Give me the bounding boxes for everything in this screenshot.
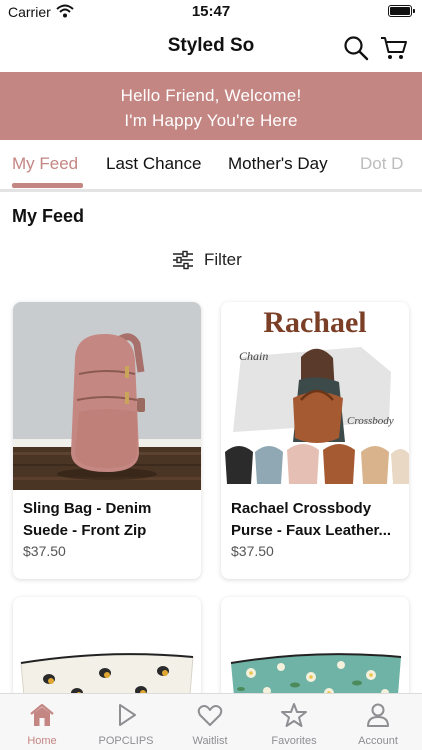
tab-label: Favorites bbox=[271, 735, 317, 747]
status-bar: Carrier 15:47 bbox=[0, 0, 422, 24]
filter-button[interactable]: Filter bbox=[172, 246, 242, 274]
tab-label: Home bbox=[27, 735, 57, 747]
star-icon bbox=[281, 703, 307, 727]
clock: 15:47 bbox=[191, 3, 231, 20]
active-tab-indicator bbox=[12, 183, 83, 188]
tab-mothers-day[interactable]: Mother's Day bbox=[228, 154, 328, 174]
tab-my-feed[interactable]: My Feed bbox=[12, 154, 78, 174]
product-price: $37.50 bbox=[23, 543, 66, 559]
home-icon bbox=[30, 703, 54, 726]
product-image bbox=[13, 302, 201, 490]
filter-icon bbox=[173, 250, 193, 270]
tab-dot[interactable]: Dot D bbox=[360, 154, 403, 174]
product-card-rachael-crossbody[interactable]: Rachael Chain Crossbody Rachael Crossbod… bbox=[221, 302, 409, 579]
product-name: Sling Bag - Denim Suede - Front Zip bbox=[23, 500, 152, 539]
person-icon bbox=[367, 703, 389, 727]
product-name: Rachael Crossbody Purse - Faux Leather..… bbox=[231, 500, 392, 539]
welcome-banner: Hello Friend, Welcome! I'm Happy You're … bbox=[0, 72, 422, 140]
section-title: My Feed bbox=[12, 206, 85, 226]
tab-account[interactable]: Account bbox=[336, 694, 420, 750]
tab-label: POPCLIPS bbox=[98, 735, 154, 747]
tab-home[interactable]: Home bbox=[0, 694, 84, 750]
category-tabs: My Feed Last Chance Mother's Day Dot D bbox=[0, 140, 422, 192]
tab-favorites[interactable]: Favorites bbox=[252, 694, 336, 750]
cart-icon[interactable] bbox=[380, 34, 408, 62]
image-crossbody-text: Crossbody bbox=[347, 415, 394, 427]
banner-line-1: Hello Friend, Welcome! bbox=[120, 86, 302, 105]
product-image: Rachael Chain Crossbody bbox=[221, 302, 409, 490]
heart-icon bbox=[197, 705, 223, 726]
filter-label: Filter bbox=[204, 250, 242, 269]
tab-label: Waitlist bbox=[192, 735, 228, 747]
tab-label: Account bbox=[358, 735, 398, 747]
product-price: $37.50 bbox=[231, 543, 274, 559]
banner-line-2: I'm Happy You're Here bbox=[124, 111, 298, 130]
search-icon[interactable] bbox=[342, 34, 370, 62]
tab-popclips[interactable]: POPCLIPS bbox=[84, 694, 168, 750]
play-icon bbox=[119, 704, 136, 726]
battery-icon bbox=[388, 5, 415, 17]
app-header: Styled So bbox=[0, 26, 422, 70]
product-card-sling-bag[interactable]: Sling Bag - Denim Suede - Front Zip $37.… bbox=[13, 302, 201, 579]
bottom-tab-bar: Home POPCLIPS Waitlist Favorites Account bbox=[0, 693, 422, 750]
image-chain-text: Chain bbox=[239, 349, 268, 363]
tab-waitlist[interactable]: Waitlist bbox=[168, 694, 252, 750]
tab-last-chance[interactable]: Last Chance bbox=[106, 154, 201, 174]
image-title-text: Rachael bbox=[263, 306, 366, 339]
